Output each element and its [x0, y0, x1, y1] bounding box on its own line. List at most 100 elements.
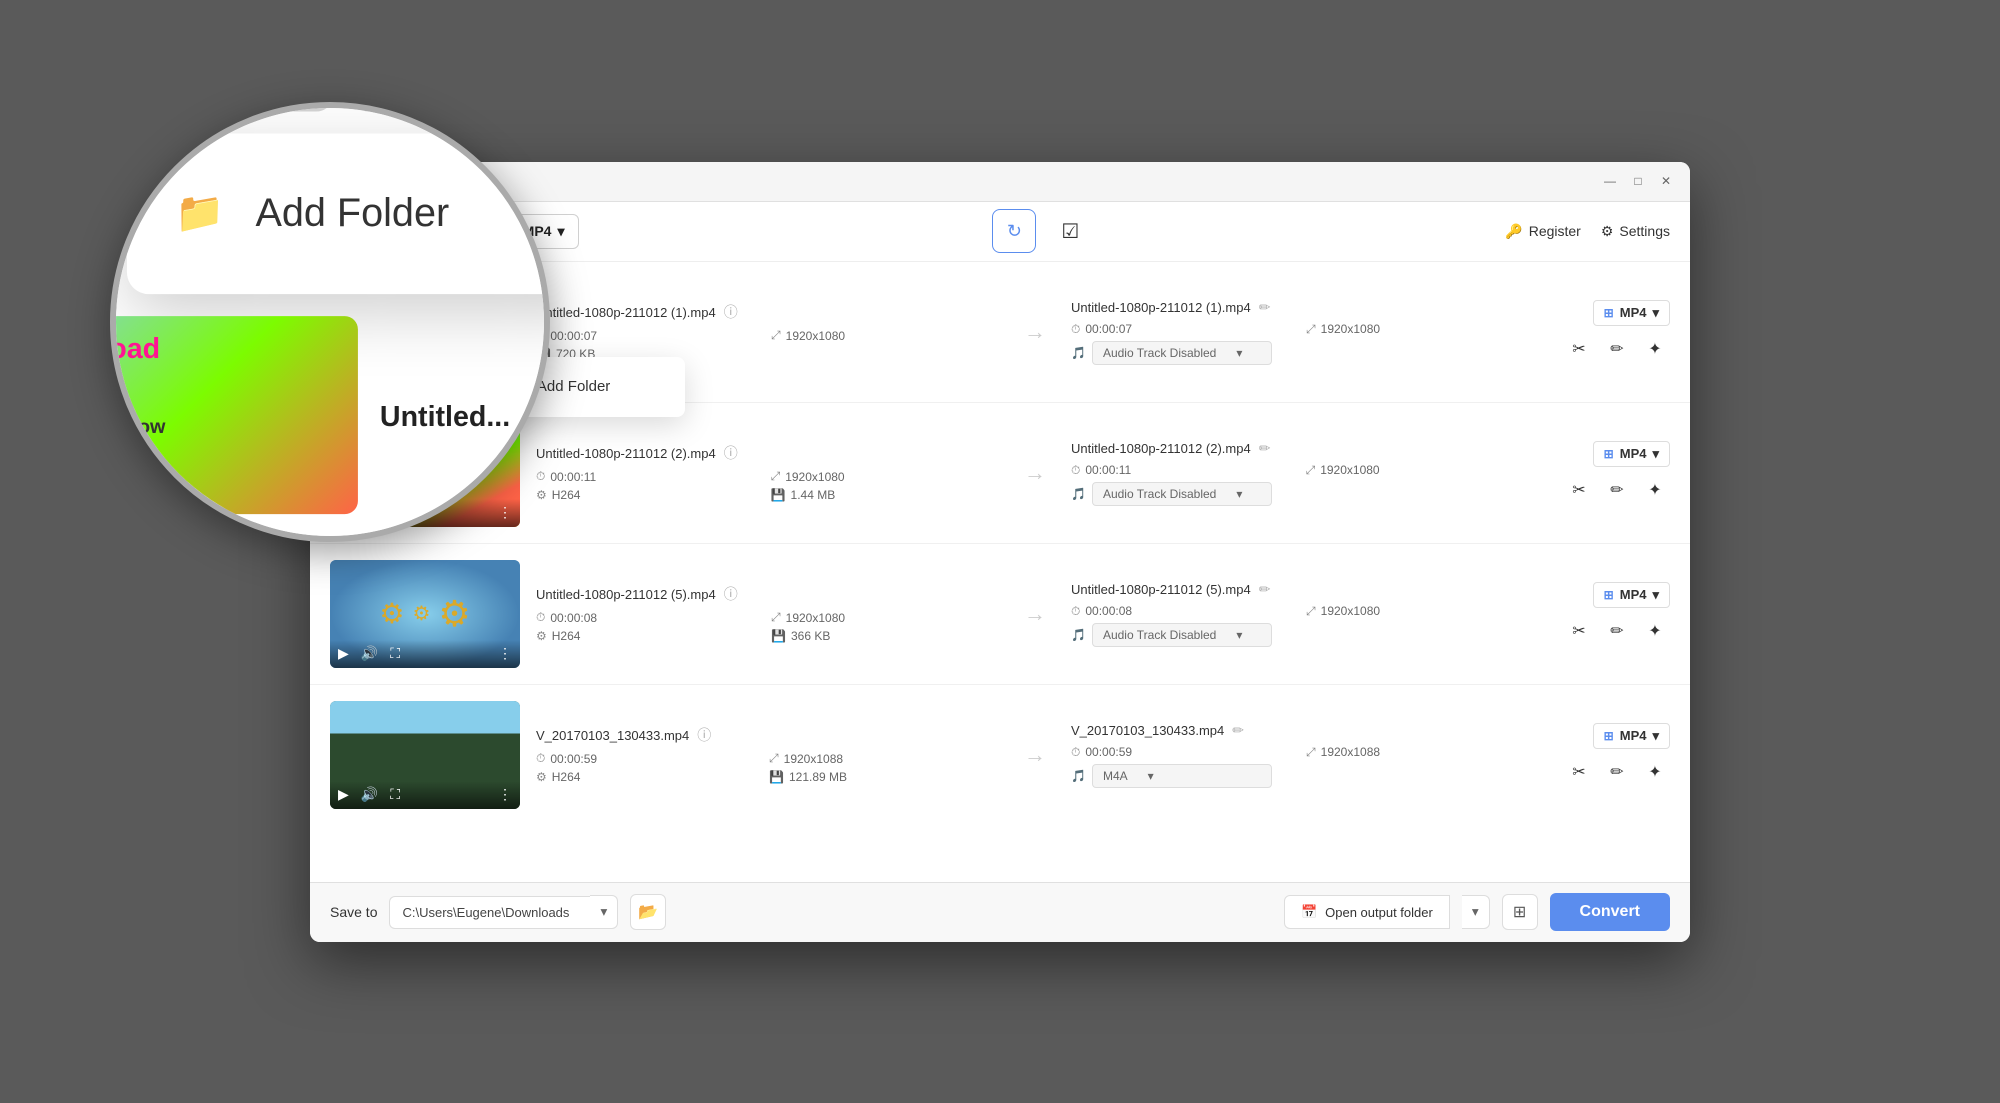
- cut-button[interactable]: ✂: [1564, 475, 1594, 505]
- codec-icon: ⚙: [536, 629, 547, 643]
- audio-track-dropdown[interactable]: Audio Track Disabled ▾: [1092, 623, 1272, 647]
- refresh-icon: ↻: [1007, 221, 1022, 242]
- resize-icon: ⤢: [1306, 745, 1316, 760]
- refresh-button[interactable]: ↻: [992, 209, 1036, 253]
- output-folder-dropdown-button[interactable]: ▾: [1462, 895, 1490, 929]
- register-button[interactable]: 🔑 Register: [1505, 223, 1581, 240]
- convert-button[interactable]: Convert: [1550, 893, 1670, 931]
- grid-icon: ⊞: [1513, 902, 1526, 922]
- audio-track-dropdown[interactable]: Audio Track Disabled ▾: [1092, 482, 1272, 506]
- thumbnail: DownloadNOWng a link below ▶ 🔊 ⛶ ⋮: [330, 419, 520, 527]
- play-icon[interactable]: ▶: [338, 786, 349, 803]
- cut-button[interactable]: ✂: [1564, 334, 1594, 364]
- output-file-meta: ⏱ 00:00:59 ⤢ 1920x1088: [1071, 745, 1534, 760]
- gear-icon: ⚙: [379, 597, 404, 630]
- format-tag-button[interactable]: ⊞ MP4 ▾: [1593, 582, 1670, 608]
- add-files-dropdown-button[interactable]: ▼: [460, 215, 499, 248]
- edit-button[interactable]: ✏: [1602, 334, 1632, 364]
- file-meta: ⏱ 00:00:08 ⤢ 1920x1080 ⚙ H264 💾: [536, 610, 999, 643]
- grid-view-button[interactable]: ⊞: [1502, 894, 1538, 930]
- volume-icon[interactable]: 🔊: [361, 786, 378, 803]
- key-icon: 🔑: [1505, 223, 1522, 240]
- format-column: ⊞ MP4 ▾ ✂ ✏ ✦: [1550, 723, 1670, 787]
- browse-folder-button[interactable]: 📂: [630, 894, 666, 930]
- cut-button[interactable]: ✂: [1564, 757, 1594, 787]
- close-button[interactable]: ✕: [1658, 173, 1674, 189]
- edit-icon[interactable]: ✏: [1259, 581, 1271, 598]
- cut-button[interactable]: ✂: [1564, 616, 1594, 646]
- effects-button[interactable]: ✦: [1640, 616, 1670, 646]
- checkmark-button[interactable]: ☑: [1048, 209, 1092, 253]
- output-file-meta: ⏱ 00:00:11 ⤢ 1920x1080: [1071, 463, 1534, 478]
- app-window: 📄 Add Files ▼ MP4 ▾ 📁 Add Folder: [310, 162, 1690, 942]
- fullscreen-icon[interactable]: ⛶: [390, 504, 400, 521]
- edit-button[interactable]: ✏: [1602, 757, 1632, 787]
- arrow-right-icon: →: [1024, 319, 1046, 345]
- play-icon[interactable]: ▶: [338, 363, 349, 380]
- edit-icon[interactable]: ✏: [1259, 440, 1271, 457]
- audio-track-dropdown[interactable]: Audio Track Disabled ▾: [1092, 341, 1272, 365]
- format-tag-button[interactable]: ⊞ MP4 ▾: [1593, 441, 1670, 467]
- toolbar-left: 📄 Add Files ▼ MP4 ▾: [330, 214, 579, 249]
- fullscreen-icon[interactable]: ⛶: [390, 786, 400, 803]
- play-icon[interactable]: ▶: [338, 504, 349, 521]
- chevron-down-icon: ▾: [1652, 587, 1659, 603]
- path-dropdown-button[interactable]: ▾: [590, 895, 618, 929]
- effects-button[interactable]: ✦: [1640, 334, 1670, 364]
- settings-button[interactable]: ⚙ Settings: [1601, 223, 1670, 240]
- info-icon[interactable]: ⓘ: [724, 302, 738, 322]
- file-meta: ⏱ 00:00:11 ⤢ 1920x1080 ⚙ H264 💾: [536, 469, 999, 502]
- gear-icon: ⚙: [1601, 223, 1614, 240]
- chevron-down-icon: ▾: [1236, 346, 1242, 360]
- fullscreen-icon[interactable]: ⛶: [390, 363, 400, 380]
- clock-icon: ⏱: [1071, 463, 1080, 478]
- audio-icon: 🎵: [1071, 769, 1086, 783]
- calendar-icon: 📅: [1301, 904, 1317, 920]
- storage-icon: 💾: [771, 629, 786, 643]
- thumbnail: ▶ 🔊 ⛶ ⋮: [330, 701, 520, 809]
- output-file-meta: ⏱ 00:00:08 ⤢ 1920x1080: [1071, 604, 1534, 619]
- resize-icon: ⤢: [771, 469, 781, 484]
- bottom-bar: Save to ▾ 📂 📅 Open output folder ▾ ⊞ Con…: [310, 882, 1690, 942]
- info-icon[interactable]: ⓘ: [724, 443, 738, 463]
- window-controls: — □ ✕: [1602, 173, 1674, 189]
- effects-button[interactable]: ✦: [1640, 757, 1670, 787]
- folder-icon: 📁: [505, 377, 525, 397]
- add-files-button[interactable]: 📄 Add Files: [330, 214, 452, 249]
- output-info: V_20170103_130433.mp4 ✏ ⏱ 00:00:59 ⤢ 192…: [1071, 722, 1534, 788]
- audio-track-selector: 🎵 Audio Track Disabled ▾: [1071, 623, 1534, 647]
- maximize-button[interactable]: □: [1630, 173, 1646, 189]
- gear-icon: ⚙: [412, 601, 430, 626]
- output-info: Untitled-1080p-211012 (2).mp4 ✏ ⏱ 00:00:…: [1071, 440, 1534, 506]
- more-options-icon[interactable]: ⋮: [498, 504, 512, 521]
- edit-icon[interactable]: ✏: [1259, 299, 1271, 316]
- edit-icon[interactable]: ✏: [1232, 722, 1244, 739]
- info-icon[interactable]: ⓘ: [724, 584, 738, 604]
- format-selector-button[interactable]: MP4 ▾: [508, 214, 580, 249]
- info-icon[interactable]: ⓘ: [697, 725, 711, 745]
- minimize-button[interactable]: —: [1602, 173, 1618, 189]
- toolbar-center: ↻ ☑: [992, 209, 1092, 253]
- add-folder-item[interactable]: 📁 Add Folder: [485, 365, 685, 409]
- grid-icon: ⊞: [1604, 447, 1614, 461]
- resize-icon: ⤢: [769, 751, 779, 766]
- volume-icon[interactable]: 🔊: [361, 504, 378, 521]
- gear-icon: ⚙: [438, 593, 470, 635]
- open-output-folder-button[interactable]: 📅 Open output folder: [1284, 895, 1450, 929]
- edit-button[interactable]: ✏: [1602, 616, 1632, 646]
- codec-icon: ⚙: [536, 770, 547, 784]
- checkmark-icon: ☑: [1061, 219, 1079, 244]
- save-path-input[interactable]: [389, 896, 590, 929]
- grid-icon: ⊞: [1604, 729, 1614, 743]
- effects-button[interactable]: ✦: [1640, 475, 1670, 505]
- more-options-icon[interactable]: ⋮: [498, 786, 512, 803]
- resize-icon: ⤢: [1306, 463, 1316, 478]
- file-info: V_20170103_130433.mp4 ⓘ ⏱ 00:00:59 ⤢ 192…: [536, 725, 999, 784]
- volume-icon[interactable]: 🔊: [361, 363, 378, 380]
- audio-track-dropdown[interactable]: M4A ▾: [1092, 764, 1272, 788]
- file-list: DownloadNOWng a link below ▶ 🔊 ⛶ ⋮ Untit…: [310, 262, 1690, 882]
- edit-button[interactable]: ✏: [1602, 475, 1632, 505]
- format-tag-button[interactable]: ⊞ MP4 ▾: [1593, 723, 1670, 749]
- format-tag-button[interactable]: ⊞ MP4 ▾: [1593, 300, 1670, 326]
- audio-track-selector: 🎵 Audio Track Disabled ▾: [1071, 482, 1534, 506]
